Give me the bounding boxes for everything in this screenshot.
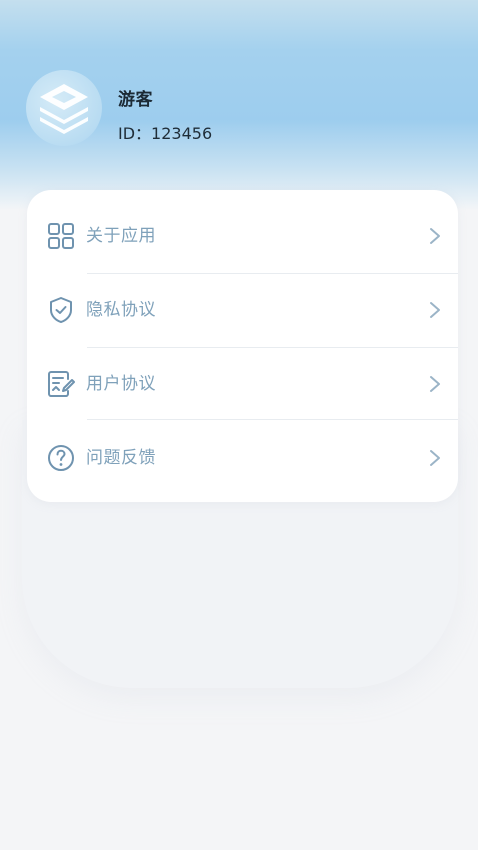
menu-item-label: 关于应用 (86, 226, 156, 246)
user-name: 游客 (118, 90, 153, 110)
app-logo-icon (40, 84, 88, 134)
document-edit-icon (48, 371, 75, 397)
chevron-right-icon (430, 302, 440, 318)
menu-item-privacy-policy[interactable]: 隐私协议 (27, 264, 458, 338)
chevron-right-icon (430, 376, 440, 392)
menu-card: 关于应用 隐私协议 用户协议 问题反馈 (27, 190, 458, 502)
menu-item-label: 隐私协议 (86, 300, 156, 320)
avatar[interactable] (26, 70, 102, 146)
menu-item-user-agreement[interactable]: 用户协议 (27, 338, 458, 412)
menu-item-about-app[interactable]: 关于应用 (27, 190, 458, 264)
chevron-right-icon (430, 450, 440, 466)
menu-item-label: 问题反馈 (86, 448, 156, 468)
chevron-right-icon (430, 228, 440, 244)
grid-icon (48, 223, 74, 249)
help-circle-icon (48, 445, 74, 471)
profile-section: 游客 ID：123456 (26, 70, 426, 154)
menu-item-feedback[interactable]: 问题反馈 (27, 412, 458, 486)
user-id: ID：123456 (118, 124, 213, 143)
menu-item-label: 用户协议 (86, 374, 156, 394)
shield-check-icon (50, 297, 72, 323)
